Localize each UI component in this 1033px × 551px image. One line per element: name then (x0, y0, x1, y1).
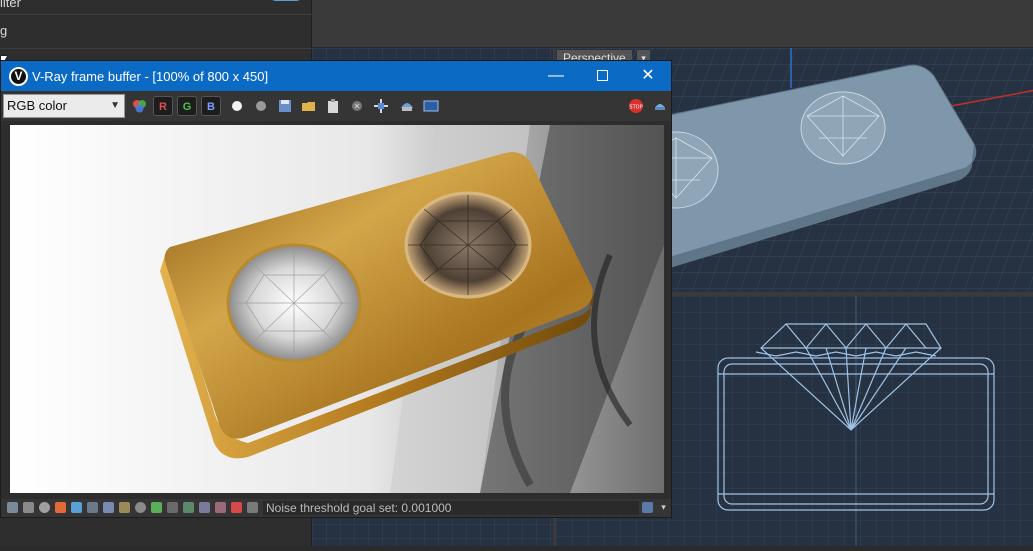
panel-row[interactable]: g (0, 15, 312, 49)
clear-icon[interactable] (347, 96, 367, 116)
chevron-down-icon: ▼ (110, 100, 120, 111)
panel-toggle-icon[interactable] (642, 502, 653, 513)
vray-frame-buffer-window[interactable]: V V-Ray frame buffer - [100% of 800 x 45… (0, 60, 672, 518)
blue-channel-button[interactable]: B (201, 96, 221, 116)
rendered-scene (10, 125, 664, 493)
mono-icon[interactable] (251, 96, 271, 116)
info-icon[interactable] (39, 502, 50, 513)
history-icon[interactable] (7, 502, 18, 513)
filter-row[interactable]: ilter (0, 0, 312, 15)
save-icon[interactable] (275, 96, 295, 116)
image-icon[interactable] (151, 502, 162, 513)
status-bar: Noise threshold goal set: 0.001000 ▾ (1, 499, 671, 517)
clipboard-icon[interactable] (323, 96, 343, 116)
title-bar[interactable]: V V-Ray frame buffer - [100% of 800 x 45… (1, 61, 671, 91)
white-alpha-icon[interactable] (227, 96, 247, 116)
levels-icon[interactable] (87, 502, 98, 513)
color-channels-icon[interactable] (129, 96, 149, 116)
top-strip (312, 0, 1033, 48)
vray-logo-icon: V (9, 67, 28, 86)
horizontal-split-icon[interactable] (199, 502, 210, 513)
channel-select-value: RGB color (7, 98, 67, 113)
teapot-icon[interactable] (650, 96, 670, 116)
settings-icon[interactable] (135, 502, 146, 513)
open-folder-icon[interactable] (299, 96, 319, 116)
region-render-icon[interactable] (371, 96, 391, 116)
lens-effects-icon[interactable] (119, 502, 130, 513)
exposure-icon[interactable] (71, 502, 82, 513)
pixel-info-icon[interactable] (231, 502, 242, 513)
channel-select[interactable]: RGB color ▼ (3, 94, 125, 118)
region-icon[interactable] (247, 502, 258, 513)
curves-icon[interactable] (103, 502, 114, 513)
render-icon[interactable] (397, 96, 417, 116)
close-button[interactable]: ✕ (625, 61, 671, 91)
svg-text:STOP: STOP (629, 105, 642, 111)
maximize-button[interactable] (579, 61, 625, 91)
window-title: V-Ray frame buffer - [100% of 800 x 450] (32, 69, 269, 84)
filter-toggle[interactable] (269, 0, 303, 1)
render-image[interactable] (10, 125, 664, 493)
green-channel-button[interactable]: G (177, 96, 197, 116)
status-message: Noise threshold goal set: 0.001000 (266, 501, 452, 515)
vfb-toolbar: RGB color ▼ R G B STOP (1, 91, 671, 121)
filter-label: ilter (0, 0, 21, 10)
maximize-icon (596, 70, 608, 82)
display-settings-icon[interactable] (421, 96, 441, 116)
panel-row-label: g (0, 23, 8, 38)
stop-render-icon[interactable]: STOP (626, 96, 646, 116)
expand-icon[interactable]: ▾ (658, 502, 669, 513)
ab-compare-icon[interactable] (183, 502, 194, 513)
compare-icon[interactable] (167, 502, 178, 513)
mirror-icon[interactable] (215, 502, 226, 513)
red-channel-button[interactable]: R (153, 96, 173, 116)
minimize-button[interactable]: — (533, 61, 579, 91)
color-correction-icon[interactable] (55, 502, 66, 513)
layers-icon[interactable] (23, 502, 34, 513)
